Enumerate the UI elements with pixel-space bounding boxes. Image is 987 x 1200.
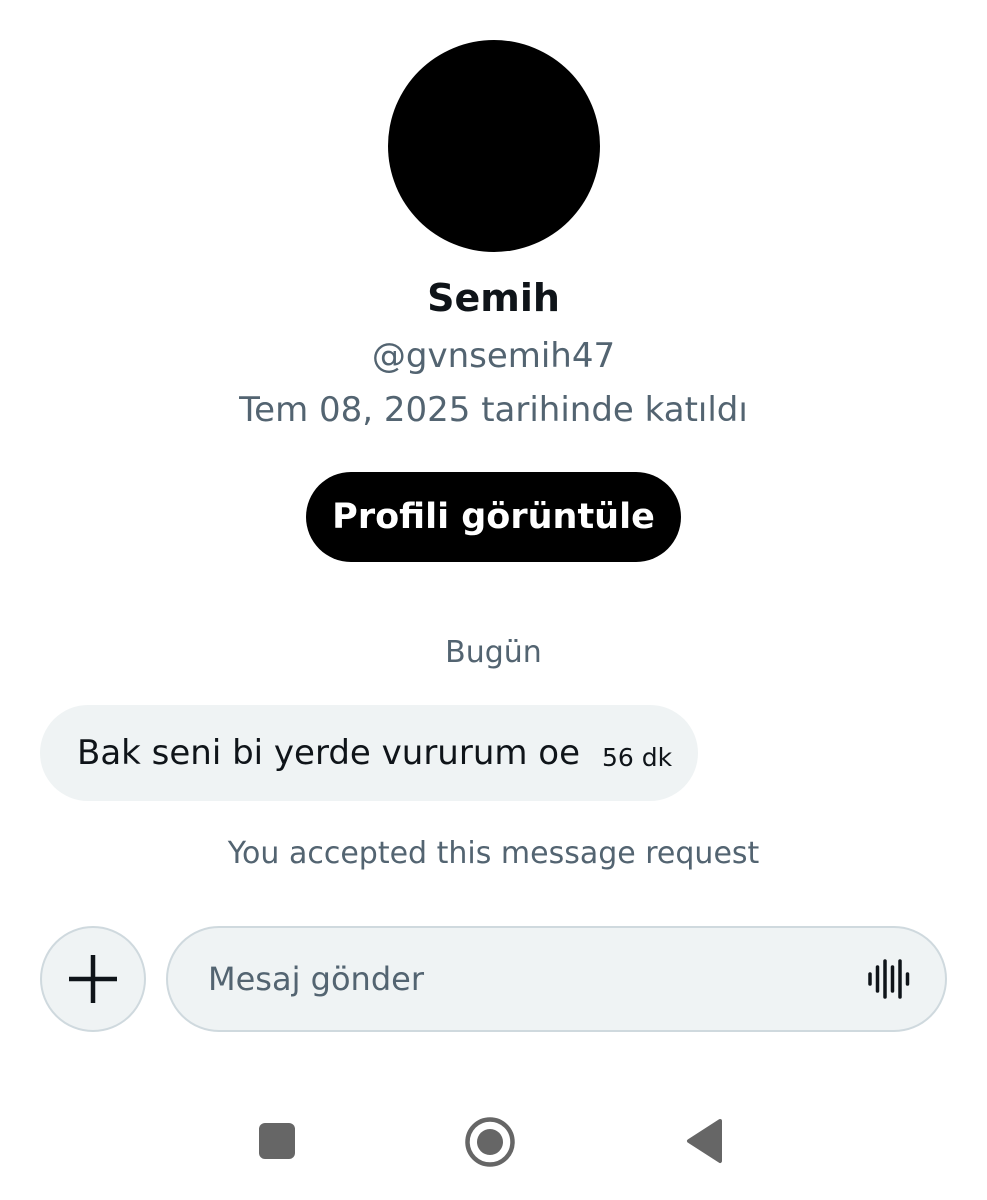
profile-handle: @gvnsemih47	[371, 336, 616, 376]
date-separator: Bugün	[445, 635, 542, 670]
avatar[interactable]	[388, 40, 600, 252]
profile-joined-date: Tem 08, 2025 tarihinde katıldı	[239, 390, 748, 430]
add-attachment-button[interactable]	[40, 926, 146, 1032]
message-text: Bak seni bi yerde vururum oe	[77, 733, 581, 773]
profile-display-name: Semih	[427, 276, 560, 320]
home-circle-icon[interactable]	[464, 1116, 516, 1168]
view-profile-button[interactable]: Profili görüntüle	[306, 472, 681, 562]
recents-square-icon[interactable]	[259, 1123, 295, 1159]
back-triangle-icon[interactable]	[684, 1118, 724, 1164]
system-navigation-bar	[0, 1090, 987, 1200]
message-bubble[interactable]: Bak seni bi yerde vururum oe 56 dk	[40, 705, 698, 801]
message-composer	[166, 926, 947, 1032]
message-input[interactable]	[208, 950, 828, 1008]
plus-icon	[69, 955, 117, 1003]
message-request-notice: You accepted this message request	[227, 836, 760, 871]
message-timestamp: 56 dk	[602, 742, 673, 772]
voice-waveform-icon	[868, 959, 910, 999]
voice-message-button[interactable]	[858, 950, 918, 1008]
